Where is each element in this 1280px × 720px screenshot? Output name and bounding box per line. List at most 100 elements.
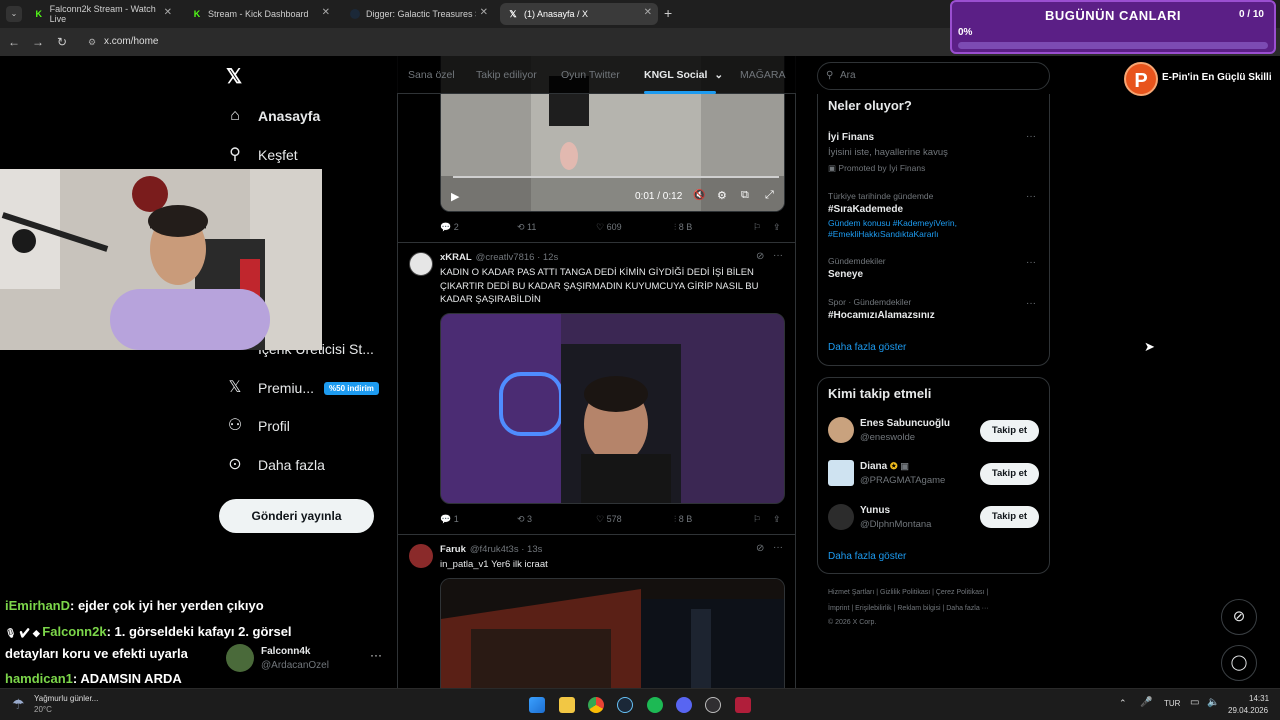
- follow-button[interactable]: Takip et: [980, 420, 1039, 442]
- grok-icon[interactable]: ⊘: [756, 251, 764, 262]
- share-icon[interactable]: ⇪: [773, 514, 781, 525]
- file-explorer-icon[interactable]: [559, 697, 575, 713]
- browser-tab[interactable]: K Stream - Kick Dashboard ✕: [184, 3, 336, 25]
- site-info-icon[interactable]: ⚙: [88, 32, 96, 52]
- follow-button[interactable]: Takip et: [980, 506, 1039, 528]
- show-more-link[interactable]: Daha fazla göster: [828, 342, 906, 353]
- views-button[interactable]: ⫶ 8 B: [674, 514, 692, 525]
- follow-button[interactable]: Takip et: [980, 463, 1039, 485]
- microphone-icon[interactable]: 🎤: [1140, 697, 1152, 708]
- volume-icon[interactable]: 🔈: [1207, 697, 1219, 708]
- steam-icon[interactable]: [617, 697, 633, 713]
- url-field[interactable]: ⚙ x.com/home: [80, 32, 940, 52]
- weather-text[interactable]: Yağmurlu günler...: [34, 694, 98, 703]
- more-dots-icon[interactable]: ···: [773, 250, 783, 261]
- avatar[interactable]: [828, 504, 854, 530]
- language-indicator[interactable]: TUR: [1164, 699, 1180, 708]
- avatar: [226, 644, 254, 672]
- more-dots-icon[interactable]: ···: [1026, 131, 1036, 142]
- tab-kngl-social[interactable]: KNGL Social ⌄: [644, 69, 723, 81]
- avatar[interactable]: [828, 417, 854, 443]
- sidebar-item-more[interactable]: ⊙ Daha fazla: [226, 450, 325, 480]
- widget-progress-bar: [958, 42, 1268, 49]
- close-tab-icon[interactable]: ✕: [164, 7, 172, 18]
- browser-tab-active[interactable]: 𝕏 (1) Anasayfa / X ✕: [500, 3, 658, 25]
- sidebar-item-explore[interactable]: ⚲ Keşfet: [226, 140, 298, 170]
- post-author[interactable]: xKRAL @creatlv7816 · 12s: [440, 252, 558, 263]
- browser-tab[interactable]: Digger: Galactic Treasures Stea ✕: [342, 3, 494, 25]
- repost-button[interactable]: ⟲ 3: [517, 514, 532, 525]
- settings-icon[interactable]: ⚙: [717, 189, 727, 202]
- grok-fab-button[interactable]: ⊘: [1221, 599, 1257, 635]
- more-dots-icon[interactable]: ···: [370, 648, 382, 662]
- reply-button[interactable]: 💬 2: [440, 222, 459, 233]
- fullscreen-icon[interactable]: ⤢: [765, 189, 774, 202]
- app-icon[interactable]: [735, 697, 751, 713]
- discord-icon[interactable]: [676, 697, 692, 713]
- post-image[interactable]: [440, 578, 785, 688]
- tab-game-twitter[interactable]: Oyun Twitter: [561, 69, 620, 81]
- new-tab-button[interactable]: +: [664, 5, 672, 21]
- bookmark-icon[interactable]: ⚐: [753, 514, 761, 525]
- messages-fab-button[interactable]: ◯: [1221, 645, 1257, 681]
- suggested-user-name[interactable]: Enes Sabuncuoğlu: [860, 418, 950, 429]
- bookmark-icon[interactable]: ⚐: [753, 222, 761, 233]
- sidebar-item-premium[interactable]: 𝕏 Premiu... %50 indirim: [226, 373, 379, 403]
- post-button[interactable]: Gönderi yayınla: [219, 499, 374, 533]
- share-icon[interactable]: ⇪: [773, 222, 781, 233]
- clock-time[interactable]: 14:31: [1249, 694, 1269, 703]
- suggested-user-name[interactable]: Yunus: [860, 505, 890, 516]
- weather-icon[interactable]: ☂: [12, 696, 25, 713]
- network-icon[interactable]: ▭: [1190, 697, 1199, 708]
- avatar[interactable]: [409, 252, 433, 276]
- more-dots-icon[interactable]: ···: [1026, 191, 1036, 202]
- views-button[interactable]: ⫶ 8 B: [674, 222, 692, 233]
- post-image[interactable]: [440, 313, 785, 504]
- avatar[interactable]: [828, 460, 854, 486]
- spotify-icon[interactable]: [647, 697, 663, 713]
- mute-icon[interactable]: 🔇: [693, 190, 705, 201]
- repost-button[interactable]: ⟲ 11: [517, 222, 536, 233]
- sidebar-item-home[interactable]: ⌂ Anasayfa: [226, 101, 320, 131]
- account-switcher[interactable]: Falconn4k @ArdacanOzel ···: [224, 642, 384, 676]
- tab-magara[interactable]: MAĞARA: [740, 69, 786, 81]
- like-button[interactable]: ♡ 609: [596, 222, 622, 233]
- play-icon[interactable]: ▶: [451, 190, 459, 203]
- show-more-link[interactable]: Daha fazla göster: [828, 551, 906, 562]
- search-input[interactable]: ⚲ Ara: [817, 62, 1050, 90]
- trend-item-name[interactable]: #HocamızıAlamazsınız: [828, 310, 935, 321]
- like-button[interactable]: ♡ 578: [596, 514, 622, 525]
- tray-expand-icon[interactable]: ⌃: [1119, 698, 1127, 709]
- post-author[interactable]: Faruk @f4ruk4t3s · 13s: [440, 544, 542, 555]
- trend-item-name[interactable]: İyi Finans: [828, 132, 874, 143]
- chrome-icon[interactable]: [588, 697, 604, 713]
- tab-following[interactable]: Takip ediliyor: [476, 69, 537, 81]
- suggested-user-handle: @eneswolde: [860, 432, 916, 443]
- sidebar-item-profile[interactable]: ⚇ Profil: [226, 411, 290, 441]
- browser-tab[interactable]: K Falconn2k Stream - Watch Live ✕: [26, 3, 178, 25]
- x-logo-icon[interactable]: 𝕏: [226, 64, 242, 89]
- obs-icon[interactable]: [705, 697, 721, 713]
- reply-button[interactable]: 💬 1: [440, 514, 459, 525]
- close-tab-icon[interactable]: ✕: [480, 7, 488, 18]
- grok-icon[interactable]: ⊘: [756, 543, 764, 554]
- pip-icon[interactable]: ⧉: [741, 189, 749, 202]
- clock-date[interactable]: 29.04.2026: [1228, 706, 1268, 715]
- tab-for-you[interactable]: Sana özel: [408, 69, 455, 81]
- more-dots-icon[interactable]: ···: [1026, 257, 1036, 268]
- close-tab-icon[interactable]: ✕: [322, 7, 330, 18]
- start-icon[interactable]: [529, 697, 545, 713]
- trend-item-name[interactable]: Seneye: [828, 269, 863, 280]
- close-tab-icon[interactable]: ✕: [644, 7, 652, 18]
- reload-icon[interactable]: ↻: [54, 34, 70, 50]
- suggested-user-name[interactable]: Diana ✪ ▣: [860, 461, 909, 472]
- forward-icon[interactable]: →: [30, 34, 46, 50]
- avatar[interactable]: [409, 544, 433, 568]
- trend-item-name[interactable]: #SıraKademede: [828, 204, 903, 215]
- footer-links[interactable]: Hizmet Şartları | Gizlilik Politikası | …: [828, 589, 988, 596]
- more-dots-icon[interactable]: ···: [773, 542, 783, 553]
- back-icon[interactable]: ←: [6, 34, 22, 50]
- tab-list-button[interactable]: ⌄: [6, 6, 22, 22]
- footer-links[interactable]: İmprint | Erişilebilirlik | Reklam bilgi…: [828, 605, 989, 612]
- more-dots-icon[interactable]: ···: [1026, 298, 1036, 309]
